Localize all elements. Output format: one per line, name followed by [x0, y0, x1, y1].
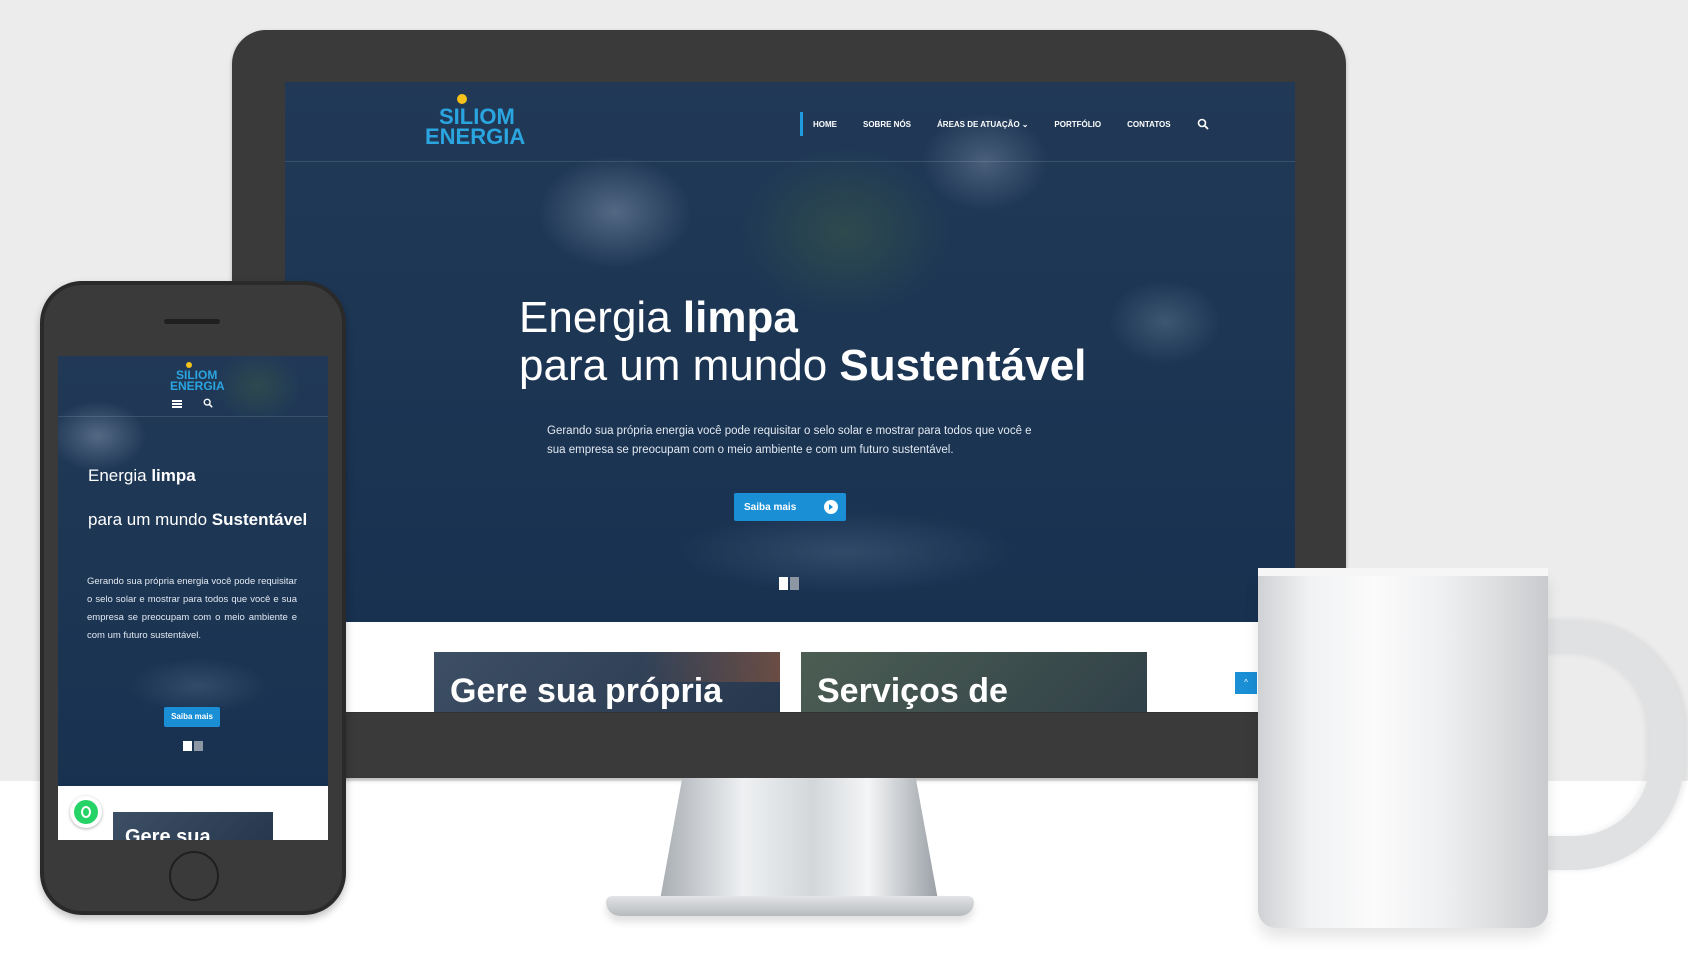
whatsapp-icon[interactable] — [70, 796, 102, 828]
title-bold: Sustentável — [211, 510, 308, 529]
phone-speaker — [164, 319, 220, 324]
whatsapp-phone-glyph — [81, 806, 91, 818]
hero-section: SILIOM ENERGIA HOME SOBRE NÓS ÁREAS DE A… — [285, 82, 1295, 622]
nav-item-areas-de-atuacao[interactable]: ÁREAS DE ATUAÇÃO ⌄ — [937, 120, 1028, 129]
logo-line-2: ENERGIA — [170, 379, 225, 393]
scroll-to-top-button[interactable]: ^ — [1235, 672, 1257, 694]
hero-title-line-2: para um mundo Sustentável — [519, 342, 1086, 390]
search-icon[interactable] — [203, 398, 213, 408]
phone-home-button — [169, 851, 219, 901]
hamburger-icon[interactable] — [172, 400, 182, 408]
arrow-right-circle-icon — [824, 500, 838, 514]
mobile-hero-title-line-1: Energia limpa — [88, 466, 196, 486]
mobile-service-card[interactable]: Gere sua — [113, 812, 273, 840]
monitor-chin-divider — [232, 712, 1346, 713]
hero-title-bold-2: Sustentável — [839, 341, 1087, 390]
logo-sun-icon — [457, 94, 467, 104]
slider-dot-1[interactable] — [183, 741, 192, 751]
service-card-servicos[interactable]: Serviços de — [801, 652, 1147, 712]
nav-active-indicator — [800, 112, 803, 136]
mobile-nav-divider — [58, 416, 328, 417]
card-title: Serviços de — [817, 672, 1008, 710]
siliom-logo[interactable]: SILIOM ENERGIA — [425, 92, 535, 152]
mobile-hero-section: SILIOM ENERGIA Energia limpa para um mun… — [58, 356, 328, 786]
mobile-hero-title-line-2: para um mundo Sustentável — [88, 510, 307, 530]
nav-item-portfolio[interactable]: PORTFÓLIO — [1054, 120, 1101, 129]
hero-title-light-1: Energia — [519, 293, 683, 342]
hero-title-bold-1: limpa — [682, 293, 798, 342]
mobile-hero-description: Gerando sua própria energia você pode re… — [87, 576, 297, 641]
monitor-stand-base — [606, 896, 974, 916]
hero-title: Energia limpa para um mundo Sustentável — [519, 294, 1086, 390]
slider-pagination — [779, 577, 799, 590]
nav-item-home[interactable]: HOME — [813, 120, 837, 129]
mobile-screen: SILIOM ENERGIA Energia limpa para um mun… — [58, 356, 328, 840]
nav-item-contatos[interactable]: CONTATOS — [1127, 120, 1171, 129]
search-icon[interactable] — [1197, 118, 1209, 130]
mug-rim — [1258, 568, 1548, 576]
saiba-mais-button[interactable]: Saiba mais — [734, 493, 846, 521]
hero-title-light-2: para um mundo — [519, 341, 840, 390]
hero-title-line-1: Energia limpa — [519, 294, 1086, 342]
nav-item-sobre-nos[interactable]: SOBRE NÓS — [863, 120, 911, 129]
white-mug — [1258, 570, 1548, 928]
title-light: Energia — [88, 466, 152, 485]
mobile-saiba-mais-button[interactable]: Saiba mais — [164, 707, 220, 727]
title-light: para um mundo — [88, 510, 212, 529]
chevron-down-icon: ⌄ — [1021, 119, 1029, 129]
title-bold: limpa — [151, 466, 196, 485]
slider-dot-1[interactable] — [779, 577, 788, 590]
logo-line-2: ENERGIA — [425, 124, 526, 149]
card-title: Gere sua própria — [450, 672, 723, 710]
hero-description: Gerando sua própria energia você pode re… — [547, 425, 1032, 456]
top-navigation: SILIOM ENERGIA HOME SOBRE NÓS ÁREAS DE A… — [285, 82, 1295, 162]
saiba-mais-label: Saiba mais — [744, 501, 797, 513]
desktop-screen: SILIOM ENERGIA HOME SOBRE NÓS ÁREAS DE A… — [285, 82, 1295, 712]
slider-dot-2[interactable] — [790, 577, 799, 590]
monitor-stand — [660, 778, 938, 900]
slider-dot-2[interactable] — [194, 741, 203, 751]
mobile-siliom-logo[interactable]: SILIOM ENERGIA — [170, 362, 230, 398]
nav-item-label: ÁREAS DE ATUAÇÃO — [937, 119, 1020, 129]
card-title: Gere sua — [125, 826, 211, 840]
nav-menu: HOME SOBRE NÓS ÁREAS DE ATUAÇÃO ⌄ PORTFÓL… — [800, 112, 1209, 136]
mobile-slider-pagination — [183, 741, 203, 751]
service-card-gere[interactable]: Gere sua própria — [434, 652, 780, 712]
